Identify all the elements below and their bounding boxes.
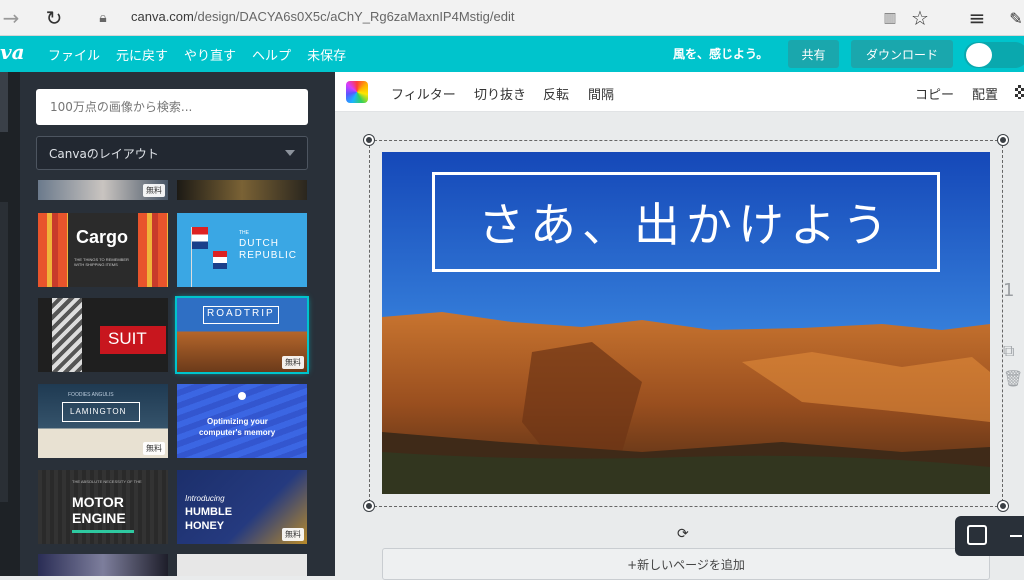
chevron-down-icon: [285, 150, 295, 156]
check-icon: [238, 392, 246, 400]
thumb-text: computer's memory: [199, 428, 276, 437]
layout-thumb-lamington[interactable]: FOODIES ANGULIS LAMINGTON 無料: [38, 384, 168, 458]
menu-file[interactable]: ファイル: [48, 45, 100, 64]
thumb-text: FOODIES ANGULIS: [68, 392, 114, 398]
spacing-button[interactable]: 間隔: [588, 84, 614, 103]
thumb-text: Cargo: [76, 227, 129, 247]
free-badge: 無料: [143, 184, 165, 197]
browser-toolbar: → ↻ 🔒︎ canva.com/design/DACYA6s0X5c/aChY…: [0, 0, 1024, 36]
copy-button[interactable]: コピー: [915, 84, 954, 103]
cargo-panel: [68, 213, 138, 287]
download-button[interactable]: ダウンロード: [851, 40, 953, 68]
resize-handle-tr[interactable]: [998, 135, 1008, 145]
layout-thumb-partial-2[interactable]: [177, 180, 307, 200]
free-badge: 無料: [282, 528, 304, 541]
free-badge: 無料: [282, 356, 304, 369]
filter-button[interactable]: フィルター: [391, 84, 456, 103]
flip-button[interactable]: 反転: [543, 84, 569, 103]
thumb-text: REPUBLIC: [239, 250, 298, 261]
crop-button[interactable]: 切り抜き: [474, 84, 526, 103]
layout-select[interactable]: Canvaのレイアウト: [36, 136, 308, 170]
arrange-button[interactable]: 配置: [972, 84, 998, 103]
design-title-text[interactable]: さあ、出かけよう: [478, 189, 894, 255]
thumb-subtext: THE THINGS TO REMEMBER WITH SHIPPING ITE…: [74, 257, 129, 267]
canva-top-bar: va ファイル 元に戻す やり直す ヘルプ 未保存 風を、感じよう。 共有 ダウ…: [0, 36, 1024, 72]
accent-bar: [72, 530, 134, 533]
rotate-icon[interactable]: ⟳: [677, 526, 693, 542]
layout-thumb-roadtrip[interactable]: ROADTRIP 無料: [177, 298, 307, 372]
resize-handle-bl[interactable]: [364, 501, 374, 511]
thumb-text: THE: [239, 230, 249, 236]
layout-thumb-optimize[interactable]: Optimizing your computer's memory: [177, 384, 307, 458]
thumb-text: DUTCH: [239, 238, 279, 249]
layout-thumb-motor[interactable]: THE ABSOLUTE NECESSITY OF THE MOTOR ENGI…: [38, 470, 168, 544]
duplicate-page-icon[interactable]: ⧉: [1003, 341, 1024, 361]
menu-undo[interactable]: 元に戻す: [116, 45, 168, 64]
toggle-switch[interactable]: [964, 42, 1024, 68]
toggle-knob: [966, 43, 992, 67]
design-page[interactable]: さあ、出かけよう: [382, 152, 990, 494]
layout-thumb-honey[interactable]: Introducing HUMBLE HONEY 無料: [177, 470, 307, 544]
layout-thumb-partial-4[interactable]: [177, 554, 307, 576]
design-name[interactable]: 風を、感じよう。: [673, 45, 768, 62]
menu-help[interactable]: ヘルプ: [252, 45, 291, 64]
lock-icon: 🔒︎: [99, 10, 107, 26]
add-page-button[interactable]: +新しいページを追加: [382, 548, 990, 580]
thumb-text: THE ABSOLUTE NECESSITY OF THE: [72, 479, 142, 484]
thumb-text: SUIT: [108, 329, 147, 348]
refresh-icon[interactable]: ↻: [40, 0, 68, 36]
thumb-text: LAMINGTON: [70, 407, 127, 416]
page-number: 1: [1003, 280, 1015, 301]
thumb-text: ROADTRIP: [207, 308, 275, 319]
image-toolbar: フィルター 切り抜き 反転 間隔 コピー 配置: [335, 72, 1024, 112]
color-picker-icon[interactable]: [346, 81, 368, 103]
transparency-icon[interactable]: [1015, 85, 1024, 99]
address-bar[interactable]: canva.com/design/DACYA6s0X5c/aChY_Rg6zaM…: [131, 9, 514, 24]
layout-thumb-cargo[interactable]: Cargo THE THINGS TO REMEMBER WITH SHIPPI…: [38, 213, 168, 287]
thumb-text: Optimizing your: [207, 417, 268, 426]
layouts-panel: Canvaのレイアウト 無料 Cargo THE THINGS TO REMEM…: [20, 72, 335, 576]
present-toolbar: [955, 516, 1024, 556]
forward-icon[interactable]: →: [0, 0, 22, 36]
hub-icon[interactable]: ≡: [965, 0, 989, 36]
flag-image: [213, 251, 227, 269]
layout-thumb-dutch[interactable]: THE DUTCH REPUBLIC: [177, 213, 307, 287]
main-menu: ファイル 元に戻す やり直す ヘルプ 未保存: [48, 36, 362, 72]
share-button[interactable]: 共有: [788, 40, 839, 68]
tie-image: [52, 298, 82, 372]
side-rail: [0, 72, 20, 576]
free-badge: 無料: [143, 442, 165, 455]
page-side-controls: 1 ⧉ 🗑︎: [1003, 280, 1024, 388]
image-search-input[interactable]: [36, 89, 308, 125]
flag-image: [192, 227, 208, 249]
thumb-text: MOTOR: [72, 494, 124, 510]
save-status: 未保存: [307, 48, 347, 64]
thumb-text: ENGINE: [72, 510, 126, 526]
url-path: /design/DACYA6s0X5c/aChY_Rg6zaMaxnIP4Mst…: [193, 9, 515, 24]
thumb-text: Introducing: [185, 494, 225, 503]
layout-thumb-partial-1[interactable]: 無料: [38, 180, 168, 200]
favorite-star-icon[interactable]: ☆: [908, 0, 932, 36]
thumb-text: HUMBLE: [185, 506, 233, 518]
canva-logo[interactable]: va: [0, 40, 25, 64]
layout-select-label: Canvaのレイアウト: [49, 146, 159, 161]
rail-tab[interactable]: [0, 72, 8, 132]
layout-thumb-suit[interactable]: SUIT: [38, 298, 168, 372]
reading-view-icon[interactable]: ▥: [880, 0, 900, 36]
title-textbox[interactable]: さあ、出かけよう: [432, 172, 940, 272]
thumb-text: HONEY: [185, 520, 225, 532]
present-icon[interactable]: [967, 525, 987, 545]
web-note-icon[interactable]: ✎: [1008, 0, 1024, 36]
resize-handle-tl[interactable]: [364, 135, 374, 145]
resize-handle-br[interactable]: [998, 501, 1008, 511]
menu-redo[interactable]: やり直す: [184, 45, 236, 64]
delete-page-icon[interactable]: 🗑︎: [1003, 369, 1024, 388]
url-domain: canva.com: [131, 9, 194, 24]
layout-thumb-partial-3[interactable]: [38, 554, 168, 576]
rail-scroll[interactable]: [0, 202, 8, 502]
zoom-out-icon[interactable]: [1010, 535, 1022, 537]
